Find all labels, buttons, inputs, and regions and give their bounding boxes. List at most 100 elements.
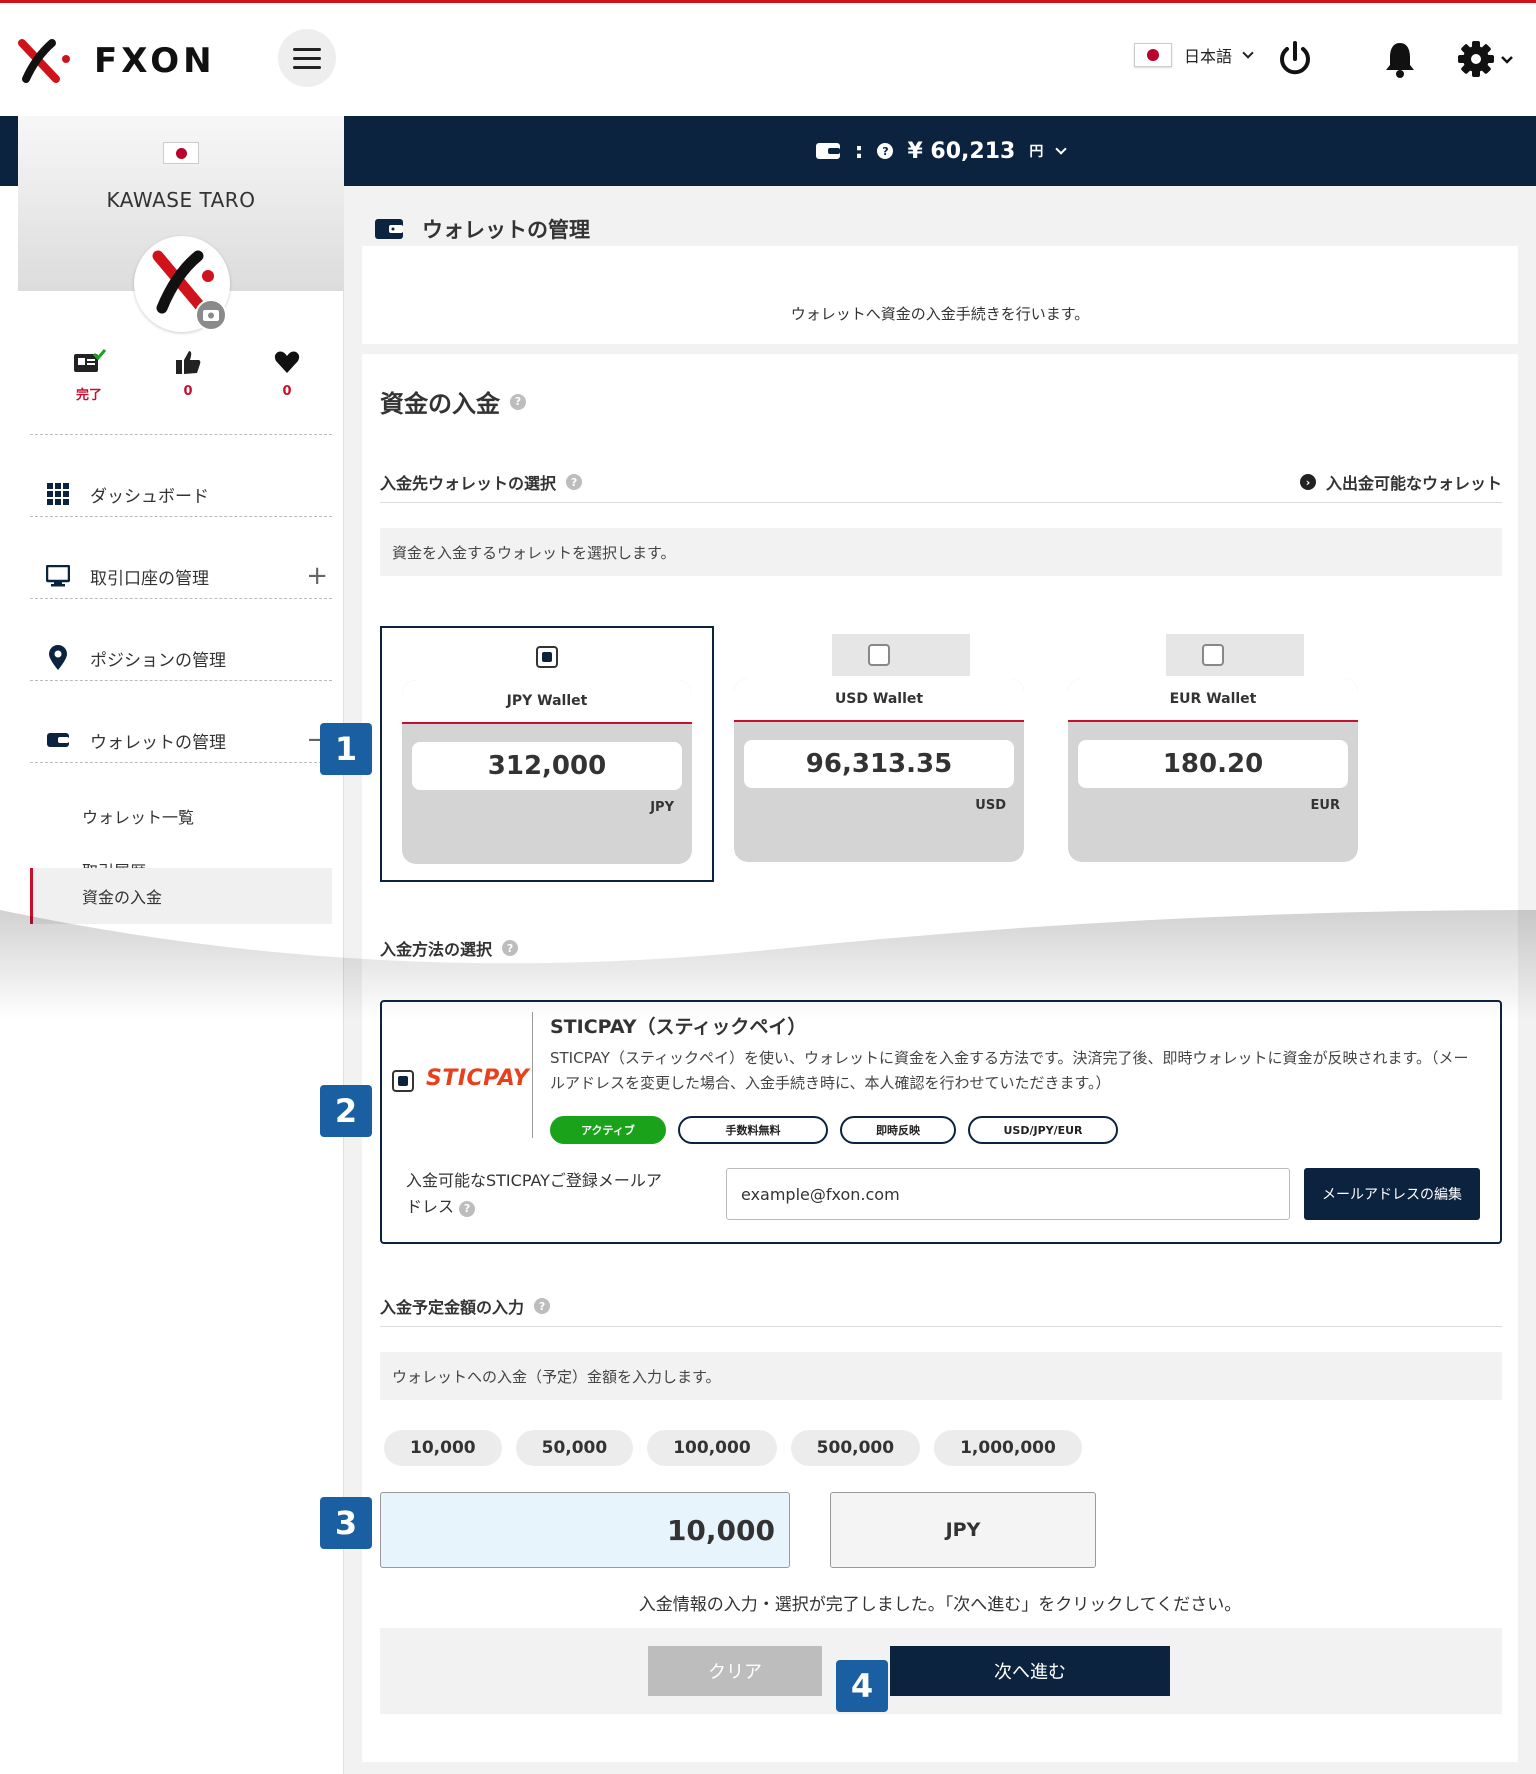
wallet-balance: 180.20	[1078, 740, 1348, 788]
wallet-name: EUR Wallet	[1068, 678, 1358, 722]
help-icon[interactable]: ?	[877, 143, 894, 159]
wallet-currency: USD	[975, 798, 1006, 813]
logo-text: FXON	[94, 41, 216, 81]
sidebar-subitem-wallet-list[interactable]: ウォレット一覧	[30, 788, 332, 844]
wallet-checkbox[interactable]	[1202, 644, 1224, 666]
chevron-down-icon	[1242, 47, 1254, 59]
wallet-card: USD Wallet 96,313.35 USD	[734, 678, 1024, 862]
next-button[interactable]: 次へ進む	[890, 1646, 1170, 1696]
grid-icon	[46, 483, 70, 505]
gear-icon[interactable]	[1458, 39, 1518, 79]
amount-input[interactable]	[380, 1492, 790, 1568]
wallet-icon	[375, 219, 403, 239]
map-pin-icon	[46, 645, 70, 671]
wallet-balance: 312,000	[412, 742, 682, 790]
action-bar: クリア 次へ進む	[380, 1628, 1502, 1714]
wallet-hint: 資金を入金するウォレットを選択します。	[380, 528, 1502, 576]
sidebar: KAWASE TARO 完了 0 0 ダッシュボード 取引口座の管理 + ポジシ…	[18, 116, 344, 1774]
amount-presets: 10,000 50,000 100,000 500,000 1,000,000	[384, 1430, 1082, 1466]
expand-plus-icon[interactable]: +	[306, 561, 328, 591]
power-icon[interactable]	[1276, 39, 1314, 79]
edit-email-button[interactable]: メールアドレスの編集	[1304, 1168, 1480, 1220]
wallet-tab	[1166, 634, 1304, 676]
sidebar-item-positions[interactable]: ポジションの管理	[46, 638, 336, 678]
stat-value: 完了	[75, 388, 102, 403]
monitor-icon	[46, 565, 70, 587]
wallet-balance-bar[interactable]: : ? ¥ 60,213 円	[344, 116, 1536, 186]
method-description: STICPAY（スティックペイ）を使い、ウォレットに資金を入金する方法です。決済…	[550, 1049, 1469, 1092]
stat-value: 0	[282, 384, 292, 399]
help-icon[interactable]: ?	[459, 1201, 476, 1217]
wallet-tab	[832, 634, 970, 676]
email-label-text: 入金可能なSTICPAYご登録メールアドレス	[406, 1171, 662, 1216]
wallet-checkbox[interactable]	[536, 646, 558, 668]
available-wallets-link[interactable]: › 入出金可能なウォレット	[1299, 470, 1502, 494]
email-label: 入金可能なSTICPAYご登録メールアドレス ?	[406, 1168, 676, 1220]
wallet-select-heading: 入金先ウォレットの選択 ?	[380, 470, 583, 494]
payment-method-sticpay[interactable]: STICPAY STICPAY（スティックペイ） STICPAY（スティックペイ…	[380, 1000, 1502, 1244]
help-icon[interactable]: ?	[510, 393, 526, 410]
preset-amount-button[interactable]: 1,000,000	[934, 1430, 1082, 1466]
nav-divider	[30, 516, 332, 517]
wallet-checkbox[interactable]	[868, 644, 890, 666]
sidebar-item-trading-accounts[interactable]: 取引口座の管理 +	[46, 556, 336, 596]
menu-toggle-button[interactable]	[278, 29, 336, 87]
fxon-logo[interactable]: FXON	[16, 37, 236, 85]
page-title-text: ウォレットの管理	[422, 218, 590, 242]
deposit-heading-text: 資金の入金	[380, 390, 500, 418]
step-badge-3: 3	[320, 1497, 372, 1549]
sticpay-logo: STICPAY	[426, 1066, 530, 1091]
clear-button[interactable]: クリア	[648, 1646, 822, 1696]
email-field[interactable]	[726, 1168, 1290, 1220]
camera-glyph	[203, 310, 219, 321]
wallet-option-eur[interactable]: EUR Wallet 180.20 EUR	[1048, 626, 1382, 882]
wallet-currency: JPY	[650, 800, 674, 815]
bell-icon[interactable]	[1382, 39, 1418, 79]
section-title: 入金方法の選択	[380, 940, 493, 959]
language-label: 日本語	[1184, 47, 1233, 66]
step-badge-2: 2	[320, 1085, 372, 1137]
japan-flag-icon	[1134, 43, 1172, 67]
balance-bar-left	[0, 116, 18, 186]
japan-flag-icon	[163, 142, 199, 164]
balance-value: ¥ 60,213	[907, 138, 1016, 164]
balance-unit: 円	[1029, 144, 1044, 160]
sidebar-item-dashboard[interactable]: ダッシュボード	[46, 474, 336, 514]
sidebar-item-label: ウォレットの管理	[90, 732, 226, 753]
wallet-option-jpy[interactable]: JPY Wallet 312,000 JPY	[380, 626, 714, 882]
currency-display[interactable]: JPY	[830, 1492, 1096, 1568]
help-icon[interactable]: ?	[502, 940, 519, 956]
page-title: ウォレットの管理	[374, 214, 590, 244]
preset-amount-button[interactable]: 100,000	[647, 1430, 777, 1466]
sidebar-item-wallet[interactable]: ウォレットの管理 −	[46, 720, 336, 760]
nav-divider	[30, 762, 332, 763]
wallet-currency: EUR	[1310, 798, 1340, 813]
link-text: 入出金可能なウォレット	[1325, 474, 1502, 493]
colon: :	[854, 138, 864, 164]
preset-amount-button[interactable]: 50,000	[515, 1430, 634, 1466]
language-selector[interactable]: 日本語	[1134, 43, 1254, 67]
nav-divider	[30, 434, 332, 435]
stat-likes[interactable]: 0	[157, 348, 219, 403]
help-icon[interactable]: ?	[534, 1298, 551, 1314]
info-card: ウォレットへ資金の入金手続きを行います。	[362, 246, 1518, 344]
wallet-name: USD Wallet	[734, 678, 1024, 722]
amount-heading: 入金予定金額の入力 ?	[380, 1294, 551, 1318]
stat-favorites[interactable]: 0	[256, 348, 318, 403]
main-content: ウォレットへ資金の入金手続きを行います。 ウォレットの管理 資金の入金 ? 入金…	[344, 186, 1536, 1774]
method-checkbox[interactable]	[392, 1070, 414, 1092]
help-icon[interactable]: ?	[566, 474, 583, 490]
camera-icon[interactable]	[195, 299, 227, 331]
preset-amount-button[interactable]: 10,000	[384, 1430, 502, 1466]
info-text: ウォレットへ資金の入金手続きを行います。	[790, 304, 1090, 323]
sidebar-subitem-deposit[interactable]: 資金の入金	[30, 868, 332, 924]
method-divider	[532, 1012, 533, 1138]
section-title: 入金予定金額の入力	[380, 1298, 525, 1317]
wallet-option-usd[interactable]: USD Wallet 96,313.35 USD	[714, 626, 1048, 882]
method-title: STICPAY（スティックペイ）	[550, 1016, 807, 1038]
step-badge-4: 4	[836, 1660, 888, 1712]
header: FXON 日本語	[0, 3, 1536, 116]
stat-verification[interactable]: 完了	[58, 348, 120, 403]
preset-amount-button[interactable]: 500,000	[790, 1430, 921, 1466]
method-tags: アクティブ 手数料無料 即時反映 USD/JPY/EUR	[550, 1116, 1118, 1144]
